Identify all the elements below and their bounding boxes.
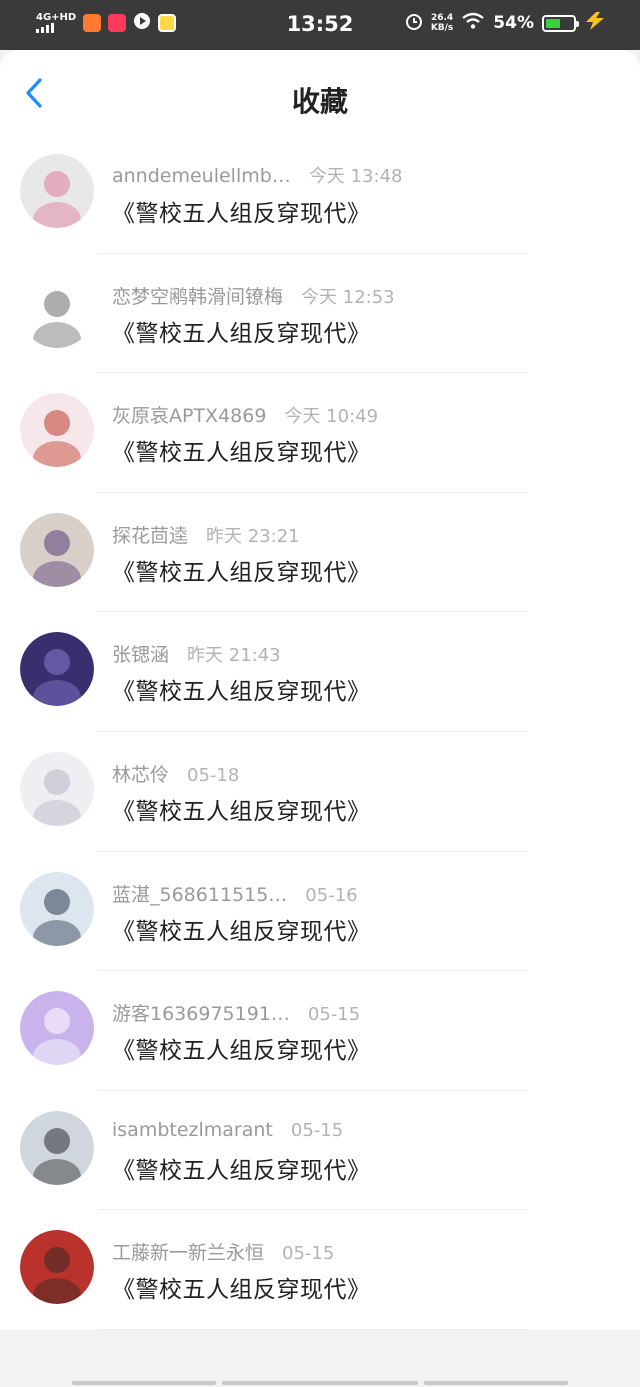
favorite-item[interactable]: anndemeulellmb… 今天 13:48 《警校五人组反穿现代》 [0,134,640,254]
battery-tip [576,20,579,27]
favorite-title[interactable]: 《警校五人组反穿现代》 [112,194,371,228]
avatar[interactable] [20,991,94,1066]
favorite-item[interactable]: 工藤新一新兰永恒 05-15 《警校五人组反穿现代》 [0,1210,640,1330]
avatar[interactable] [20,273,94,348]
username[interactable]: 探花茴逵 [112,521,188,548]
favorite-item[interactable]: 游客1636975191… 05-15 《警校五人组反穿现代》 [0,971,640,1091]
favorite-item[interactable]: isambtezlmarant 05-15 《警校五人组反穿现代》 [0,1091,640,1211]
favorite-title[interactable]: 《警校五人组反穿现代》 [112,792,371,826]
battery-percent: 54% [493,13,534,33]
wifi-icon [461,12,485,34]
favorite-title[interactable]: 《警校五人组反穿现代》 [112,912,371,946]
favorite-title[interactable]: 《警校五人组反穿现代》 [112,433,371,467]
username[interactable]: isambtezlmarant [112,1119,273,1141]
timestamp: 05-18 [187,764,240,786]
battery-fill [546,18,561,28]
favorite-meta: 探花茴逵 昨天 23:21 [112,521,300,548]
avatar[interactable] [20,1110,94,1185]
favorite-meta: 游客1636975191… 05-15 [112,999,360,1026]
favorite-meta: 恋梦空鹇韩滑间镣梅 今天 12:53 [112,282,395,309]
favorite-item[interactable]: 张锶涵 昨天 21:43 《警校五人组反穿现代》 [0,612,640,732]
timestamp: 05-15 [307,1004,361,1026]
timestamp: 今天 13:48 [308,166,403,187]
favorite-item[interactable]: 探花茴逵 昨天 23:21 《警校五人组反穿现代》 [0,493,640,613]
favorite-item[interactable]: 林芯伶 05-18 《警校五人组反穿现代》 [0,732,640,852]
favorite-meta: 蓝湛_568611515… 05-16 [112,880,358,907]
divider [98,1328,528,1330]
avatar[interactable] [20,154,94,228]
username[interactable]: 蓝湛_568611515… [112,880,287,907]
username[interactable]: 恋梦空鹇韩滑间镣梅 [112,282,283,309]
favorite-meta: 张锶涵 昨天 21:43 [112,640,281,667]
favorite-meta: isambtezlmarant 05-15 [112,1119,343,1141]
favorite-meta: 工藤新一新兰永恒 05-15 [112,1238,334,1265]
timestamp: 昨天 23:21 [206,525,300,547]
favorite-title[interactable]: 《警校五人组反穿现代》 [112,553,371,587]
favorite-item[interactable]: 灰原哀APTX4869 今天 10:49 《警校五人组反穿现代》 [0,373,640,493]
favorite-item[interactable]: 恋梦空鹇韩滑间镣梅 今天 12:53 《警校五人组反穿现代》 [0,254,640,374]
favorite-item[interactable]: 蓝湛_568611515… 05-16 《警校五人组反穿现代》 [0,852,640,972]
avatar[interactable] [20,751,94,826]
favorite-title[interactable]: 《警校五人组反穿现代》 [112,314,371,348]
charging-icon [584,12,606,34]
favorite-meta: 灰原哀APTX4869 今天 10:49 [112,401,378,428]
timestamp: 今天 10:49 [284,406,379,428]
timestamp: 05-16 [305,884,358,906]
favorite-title[interactable]: 《警校五人组反穿现代》 [112,1270,371,1304]
page-title: 收藏 [291,85,348,118]
favorite-title[interactable]: 《警校五人组反穿现代》 [112,1151,371,1185]
favorite-meta: anndemeulellmb… 今天 13:48 [112,162,402,188]
network-speed: 26.4 KB/s [431,13,453,33]
username[interactable]: 张锶涵 [112,640,169,667]
favorites-list: anndemeulellmb… 今天 13:48 《警校五人组反穿现代》 恋梦空鹇韩滑… [0,134,640,1330]
favorite-title[interactable]: 《警校五人组反穿现代》 [112,1031,371,1065]
timestamp: 今天 12:53 [301,286,395,308]
avatar[interactable] [20,871,94,946]
nav-indicator-left [72,1381,216,1385]
avatar[interactable] [20,512,94,587]
timestamp: 昨天 21:43 [187,645,281,667]
status-right: 26.4 KB/s 54% [405,12,606,34]
speed-unit: KB/s [430,23,454,33]
nav-indicator-right [424,1381,568,1385]
battery-icon [542,14,579,32]
timestamp: 05-15 [282,1243,335,1265]
avatar[interactable] [20,1230,94,1305]
nav-indicator-center [222,1381,418,1385]
avatar[interactable] [20,632,94,707]
timestamp: 05-15 [290,1119,344,1141]
username[interactable]: 游客1636975191… [112,999,290,1026]
speed-value: 26.4 [430,13,454,23]
username[interactable]: 林芯伶 [112,760,169,787]
status-bar: 4G+HD 13:52 26.4 KB/s 54% [0,0,640,50]
alarm-icon [405,12,423,34]
username[interactable]: 灰原哀APTX4869 [112,401,266,428]
avatar[interactable] [20,393,94,468]
page-header: 收藏 [0,50,640,134]
username[interactable]: 工藤新一新兰永恒 [112,1238,264,1265]
favorite-title[interactable]: 《警校五人组反穿现代》 [112,672,371,706]
username[interactable]: anndemeulellmb… [112,165,291,187]
favorite-meta: 林芯伶 05-18 [112,760,239,787]
